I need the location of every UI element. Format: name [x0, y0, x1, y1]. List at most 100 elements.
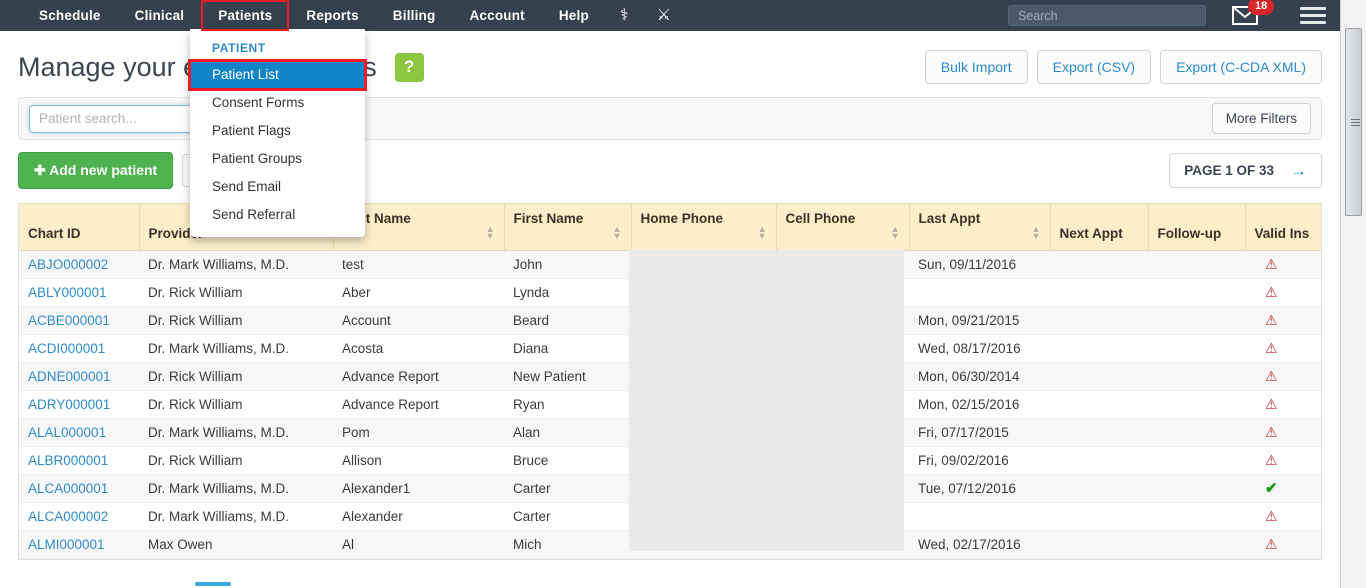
help-icon[interactable]: ? — [394, 52, 424, 82]
cell-provider: Dr. Mark Williams, M.D. — [139, 558, 333, 559]
menu-item-send-email[interactable]: Send Email — [190, 173, 365, 201]
global-search-input[interactable] — [1008, 5, 1206, 26]
sort-arrows-icon[interactable]: ▲ ▼ — [891, 225, 900, 241]
menu-item-patient-groups[interactable]: Patient Groups — [190, 145, 365, 173]
cell-next-appt — [1050, 306, 1148, 335]
cell-last-name: Advance Report — [333, 390, 504, 419]
add-new-patient-button[interactable]: ✚ Add new patient — [18, 152, 174, 189]
table-row[interactable]: ALST000001Dr. Mark Williams, M.D.AlisonS… — [19, 558, 1321, 559]
chart-id-link[interactable]: ACDI000001 — [28, 341, 105, 356]
cell-chart-id[interactable]: ALCA000001 — [19, 474, 139, 503]
patient-table-container: Chart ID Provider Last Name ▲ ▼ First Name ▲ ▼ H… — [18, 203, 1322, 560]
export-csv-button[interactable]: Export (CSV) — [1036, 50, 1152, 84]
nav-item-patients[interactable]: Patients — [201, 0, 290, 31]
chart-id-link[interactable]: ABJO000002 — [28, 257, 108, 272]
cell-chart-id[interactable]: ABJO000002 — [19, 250, 139, 279]
warning-triangle-icon: ⚠ — [1265, 536, 1278, 552]
nav-item-reports[interactable]: Reports — [289, 0, 375, 31]
nav-item-schedule[interactable]: Schedule — [22, 0, 118, 31]
dropdown-section-header: PATIENT — [212, 41, 266, 55]
nav-item-account[interactable]: Account — [452, 0, 541, 31]
column-header-first-name[interactable]: First Name ▲ ▼ — [504, 203, 632, 251]
cell-last-name: Advance Report — [333, 362, 504, 391]
chart-id-link[interactable]: ADNE000001 — [28, 369, 111, 384]
cell-follow-up — [1148, 250, 1245, 279]
chart-id-link[interactable]: ALAL000001 — [28, 425, 106, 440]
column-header-cell-phone[interactable]: Cell Phone ▲ ▼ — [776, 203, 910, 251]
chart-id-link[interactable]: ALCA000002 — [28, 509, 108, 524]
sort-arrows-icon[interactable]: ▲ ▼ — [1032, 225, 1041, 241]
cell-chart-id[interactable]: ACDI000001 — [19, 334, 139, 363]
cell-chart-id[interactable]: ACBE000001 — [19, 306, 139, 335]
crossed-tools-icon[interactable]: ⚔ — [643, 0, 685, 31]
sort-arrows-icon[interactable]: ▲ ▼ — [758, 225, 767, 241]
warning-triangle-icon: ⚠ — [1265, 368, 1278, 384]
warning-triangle-icon: ⚠ — [1265, 284, 1278, 300]
cell-chart-id[interactable]: ALAL000001 — [19, 418, 139, 447]
column-header-follow-up: Follow-up — [1148, 203, 1246, 251]
cell-chart-id[interactable]: ADNE000001 — [19, 362, 139, 391]
cell-valid-ins: ⚠ — [1245, 502, 1321, 531]
warning-triangle-icon: ⚠ — [1265, 312, 1278, 328]
cell-last-appt: Wed, 08/17/2016 — [909, 334, 1050, 363]
cell-follow-up — [1148, 558, 1245, 559]
chart-id-link[interactable]: ABLY000001 — [28, 285, 107, 300]
chart-id-link[interactable]: ALMI000001 — [28, 537, 105, 552]
export-ccda-xml-button[interactable]: Export (C-CDA XML) — [1160, 50, 1322, 84]
chart-id-link[interactable]: ADRY000001 — [28, 397, 110, 412]
horizontal-scrollbar[interactable] — [18, 576, 1322, 588]
cell-chart-id[interactable]: ALMI000001 — [19, 530, 139, 559]
cell-follow-up — [1148, 530, 1245, 559]
warning-triangle-icon: ⚠ — [1265, 256, 1278, 272]
cell-next-appt — [1050, 446, 1148, 475]
caduceus-icon[interactable]: ⚕ — [606, 0, 643, 31]
horizontal-scrollbar-thumb[interactable] — [195, 582, 231, 586]
vertical-scrollbar[interactable] — [1340, 0, 1366, 588]
column-header-next-appt: Next Appt — [1050, 203, 1149, 251]
bulk-import-button[interactable]: Bulk Import — [924, 50, 1028, 84]
menu-item-send-referral[interactable]: Send Referral — [190, 201, 365, 229]
nav-item-clinical[interactable]: Clinical — [118, 0, 202, 31]
cell-chart-id[interactable]: ALCA000002 — [19, 502, 139, 531]
column-header-label: First Name — [513, 211, 584, 226]
more-filters-button[interactable]: More Filters — [1211, 103, 1311, 134]
menu-item-patient-list[interactable]: Patient List — [188, 59, 367, 91]
cell-next-appt — [1050, 334, 1148, 363]
cell-chart-id[interactable]: ADRY000001 — [19, 390, 139, 419]
next-page-arrow-icon[interactable]: → — [1290, 162, 1307, 179]
messages-button[interactable]: 18 — [1232, 0, 1275, 27]
column-header-last-appt[interactable]: Last Appt ▲ ▼ — [909, 203, 1051, 251]
sort-arrows-icon[interactable]: ▲ ▼ — [486, 225, 495, 241]
cell-valid-ins: ⚠ — [1245, 530, 1321, 559]
cell-last-appt: Mon, 06/30/2014 — [909, 362, 1050, 391]
menu-item-patient-flags[interactable]: Patient Flags — [190, 117, 365, 145]
cell-home-phone — [631, 558, 776, 559]
cell-valid-ins: ✔ — [1245, 474, 1321, 503]
sort-arrows-icon[interactable]: ▲ ▼ — [613, 225, 622, 241]
pagination-control[interactable]: PAGE 1 OF 33 → — [1169, 153, 1322, 188]
cell-valid-ins: ⚠ — [1245, 306, 1321, 335]
check-icon: ✔ — [1265, 480, 1278, 497]
nav-item-billing[interactable]: Billing — [376, 0, 453, 31]
chart-id-link[interactable]: ALCA000001 — [28, 481, 108, 496]
cell-last-name: Acosta — [333, 334, 504, 363]
cell-provider: Dr. Rick William — [139, 362, 333, 391]
cell-chart-id[interactable]: ALBR000001 — [19, 446, 139, 475]
cell-last-name: Alexander1 — [333, 474, 504, 503]
column-header-valid-ins: Valid Ins — [1245, 203, 1321, 251]
nav-item-help[interactable]: Help — [542, 0, 606, 31]
column-header-label: Last Appt — [918, 211, 981, 226]
hamburger-menu-icon[interactable] — [1300, 3, 1326, 28]
cell-last-name: Allison — [333, 446, 504, 475]
cell-chart-id[interactable]: ABLY000001 — [19, 278, 139, 307]
cell-next-appt — [1050, 530, 1148, 559]
chart-id-link[interactable]: ACBE000001 — [28, 313, 110, 328]
cell-follow-up — [1148, 334, 1245, 363]
column-header-home-phone[interactable]: Home Phone ▲ ▼ — [631, 203, 777, 251]
column-header-label: Home Phone — [640, 211, 724, 226]
menu-item-consent-forms[interactable]: Consent Forms — [190, 89, 365, 117]
cell-chart-id[interactable]: ALST000001 — [19, 558, 139, 559]
chart-id-link[interactable]: ALBR000001 — [28, 453, 108, 468]
cell-first-name: Alan — [504, 418, 631, 447]
vertical-scrollbar-thumb[interactable] — [1345, 28, 1362, 216]
